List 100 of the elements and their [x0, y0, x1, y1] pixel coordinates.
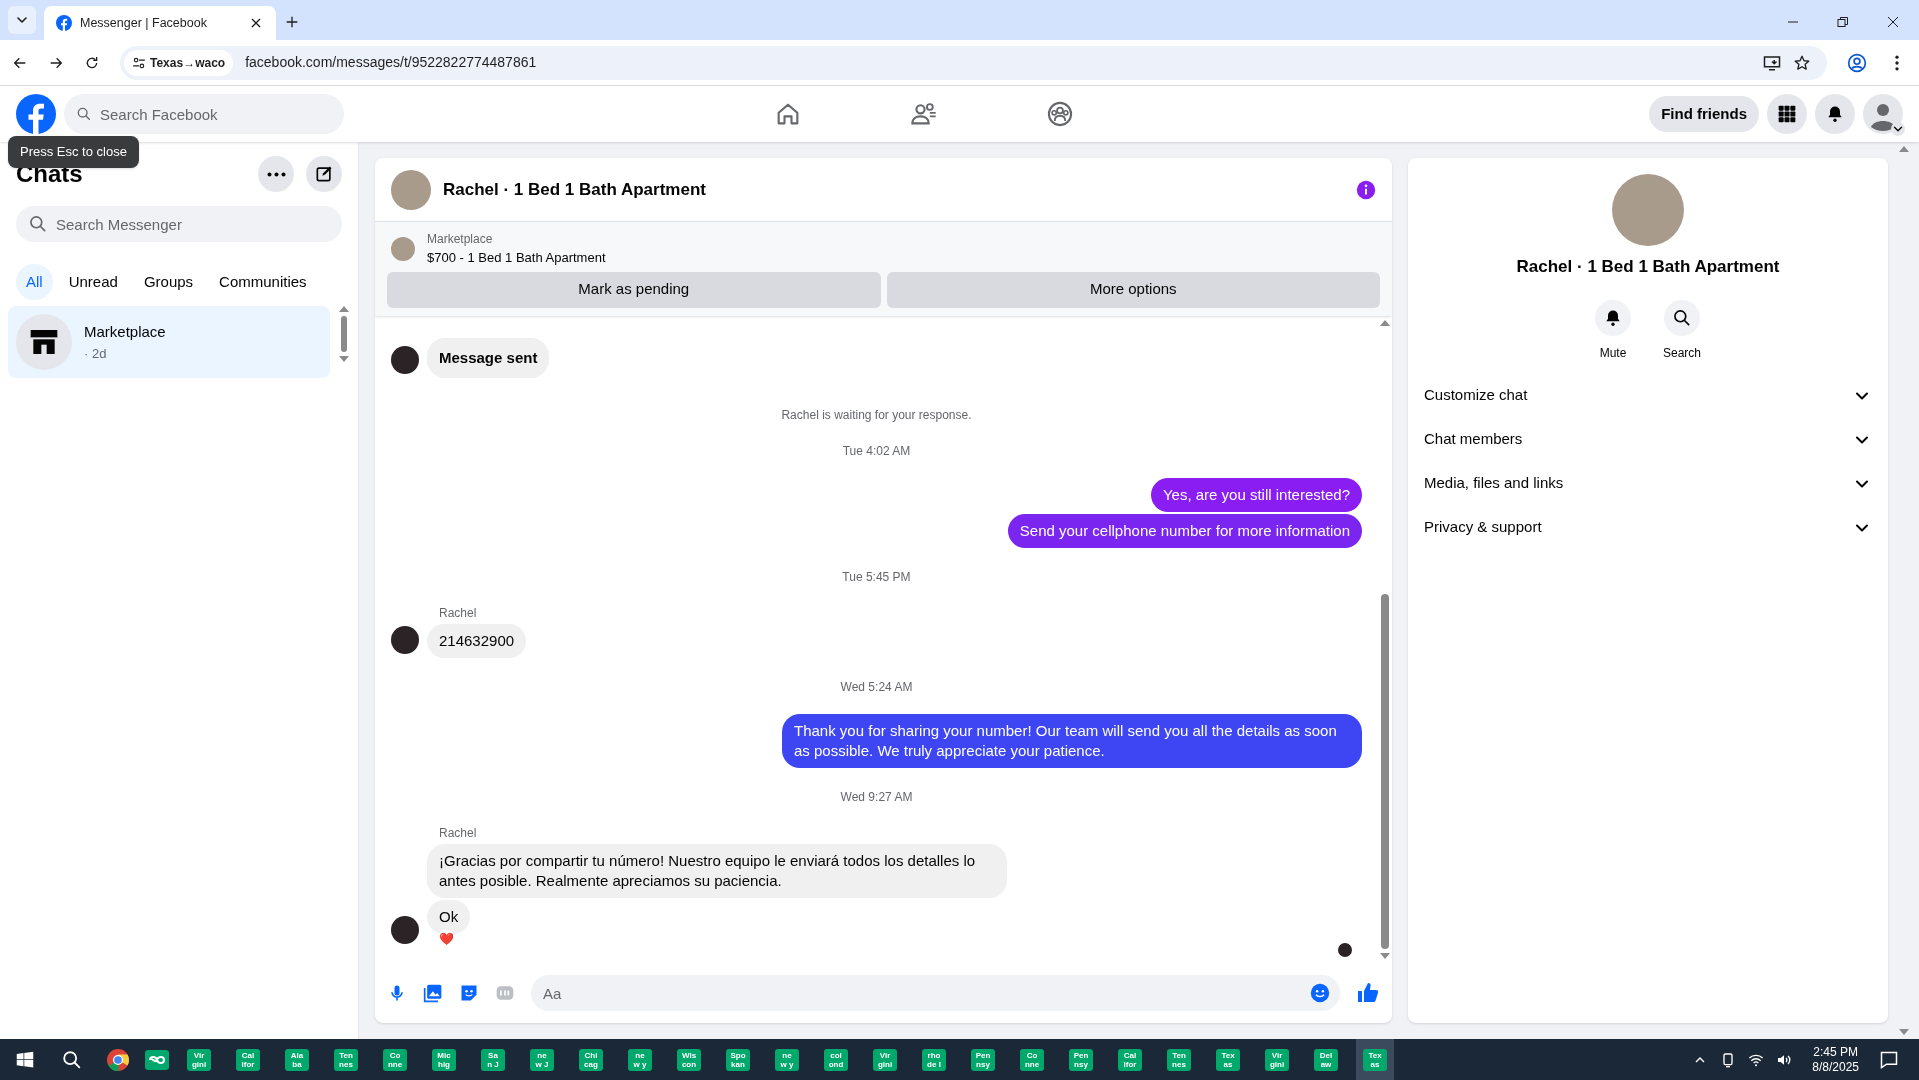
chrome-icon[interactable] — [106, 1047, 130, 1072]
taskbar-app[interactable]: ne w y — [621, 1039, 659, 1080]
tab-title: Messenger | Facebook — [80, 14, 208, 32]
app-icon: Sa n J — [481, 1048, 505, 1071]
scrollbar-thumb[interactable] — [1381, 594, 1389, 949]
taskbar-app[interactable]: Tex as — [1356, 1039, 1394, 1080]
filter-tab[interactable]: All — [16, 264, 53, 300]
taskbar-app[interactable]: Vir gini — [180, 1039, 218, 1080]
taskbar-app[interactable]: Del aw — [1307, 1039, 1345, 1080]
infinity-app-icon[interactable] — [145, 1047, 169, 1072]
details-section[interactable]: Chat members — [1424, 417, 1872, 462]
listing-action-button[interactable]: More options — [886, 271, 1380, 308]
details-section[interactable]: Privacy & support — [1424, 505, 1872, 550]
notification-icon[interactable] — [1879, 1049, 1899, 1070]
filter-tab[interactable]: Unread — [58, 264, 128, 300]
windows-logo-icon[interactable] — [16, 1050, 34, 1069]
grid-menu-icon — [1777, 104, 1797, 124]
chat-name: Marketplace — [84, 322, 166, 342]
taskbar-app[interactable]: ne w J — [523, 1039, 561, 1080]
emoji-icon[interactable] — [1310, 983, 1330, 1003]
app-icon: Tex as — [1216, 1048, 1240, 1071]
taskbar-app[interactable]: Ten nes — [327, 1039, 365, 1080]
taskbar-app[interactable]: Wis con — [670, 1039, 708, 1080]
taskbar-app[interactable]: Spo kan — [719, 1039, 757, 1080]
scroll-up-icon — [1898, 146, 1909, 152]
new-tab-icon[interactable] — [284, 14, 300, 30]
app-icon: Ten nes — [1167, 1048, 1191, 1071]
sticker-icon[interactable] — [459, 983, 479, 1003]
scroll-down-icon — [339, 356, 349, 362]
search-icon — [1672, 307, 1692, 328]
app-icon: Chi cag — [579, 1048, 603, 1071]
taskbar-app[interactable]: Sa n J — [474, 1039, 512, 1080]
info-icon[interactable] — [1356, 179, 1376, 200]
facebook-logo-icon[interactable] — [16, 94, 56, 134]
facebook-logo-icon — [56, 15, 72, 31]
taskbar-app[interactable]: Ten nes — [1160, 1039, 1198, 1080]
taskbar-app[interactable]: Pen nsy — [1062, 1039, 1100, 1080]
url-text: facebook.com/messages/t/9522822774487861 — [245, 53, 538, 72]
new-message-button[interactable] — [306, 156, 342, 192]
sender-name: Rachel — [439, 824, 478, 842]
taskbar-app[interactable]: rho de I — [915, 1039, 953, 1080]
message-input[interactable]: Aa — [531, 975, 1340, 1011]
image-icon[interactable] — [423, 983, 443, 1003]
message-timestamp: Tue 5:45 PM — [841, 568, 912, 586]
account-avatar-icon[interactable] — [1863, 94, 1903, 134]
scroll-up-icon — [339, 306, 349, 312]
close-icon[interactable] — [1887, 16, 1899, 28]
chat-title: Rachel · 1 Bed 1 Bath Apartment — [443, 178, 706, 201]
filter-tab[interactable]: Communities — [209, 264, 317, 300]
taskbar-app[interactable]: ne w y — [768, 1039, 806, 1080]
restore-icon[interactable] — [1837, 16, 1849, 28]
taskbar-app[interactable]: Mic hig — [425, 1039, 463, 1080]
system-message: Rachel is waiting for your response. — [780, 406, 973, 424]
tooltip: Press Esc to close — [8, 136, 139, 168]
incoming-message: 214632900 — [427, 623, 527, 658]
details-section[interactable]: Media, files and links — [1424, 461, 1872, 506]
listing-action-button[interactable]: Mark as pending — [387, 271, 881, 308]
taskbar-app[interactable]: Cal ifor — [1111, 1039, 1149, 1080]
taskbar-app[interactable]: col ond — [817, 1039, 855, 1080]
find-friends-button[interactable]: Find friends — [1649, 96, 1759, 132]
star-icon[interactable] — [1793, 53, 1811, 72]
search-field[interactable]: Search Facebook — [64, 94, 344, 134]
taskbar-app[interactable]: Pen nsy — [964, 1039, 1002, 1080]
clock[interactable]: 2:45 PM 8/8/2025 — [1812, 1044, 1859, 1075]
reload-icon[interactable] — [84, 54, 100, 71]
scroll-down-icon — [1380, 953, 1390, 959]
profile-icon[interactable] — [1847, 52, 1867, 73]
browser-tab[interactable]: Messenger | Facebook — [44, 6, 276, 40]
groups-icon — [1046, 100, 1074, 128]
message-timestamp: Wed 9:27 AM — [839, 788, 914, 806]
search-field[interactable]: Search Messenger — [16, 206, 342, 242]
tab-list-icon[interactable] — [8, 6, 36, 34]
taskbar-app[interactable]: Vir gini — [1258, 1039, 1296, 1080]
scrollbar-thumb[interactable] — [341, 316, 347, 352]
chat-list-item[interactable]: Marketplace · 2d — [8, 306, 330, 378]
thumbs-up-icon[interactable] — [1356, 981, 1380, 1005]
taskbar-app[interactable]: Cal ifor — [229, 1039, 267, 1080]
message-timestamp: Wed 5:24 AM — [839, 678, 914, 696]
taskbar-app[interactable]: Tex as — [1209, 1039, 1247, 1080]
app-icon: Vir gini — [873, 1048, 897, 1071]
details-section[interactable]: Customize chat — [1424, 373, 1872, 418]
menu-button[interactable] — [1767, 94, 1807, 134]
install-icon[interactable] — [1763, 53, 1781, 72]
more-button[interactable] — [258, 156, 294, 192]
taskbar-app[interactable]: Co nne — [376, 1039, 414, 1080]
taskbar-app[interactable]: Vir gini — [866, 1039, 904, 1080]
taskbar-app[interactable]: Ala ba — [278, 1039, 316, 1080]
app-icon: Wis con — [677, 1048, 701, 1071]
site-info-chip[interactable]: Texas→waco — [124, 49, 234, 76]
incoming-message: Message sent — [427, 337, 550, 378]
outgoing-message: Send your cellphone number for more information — [1007, 513, 1362, 548]
taskbar-app[interactable]: Chi cag — [572, 1039, 610, 1080]
notifications-button[interactable] — [1815, 94, 1855, 134]
scroll-up-icon — [1380, 319, 1390, 326]
app-icon: Ala ba — [285, 1048, 309, 1071]
search-icon[interactable] — [61, 1048, 83, 1071]
address-bar[interactable]: Texas→waco facebook.com/messages/t/9522822774487861 — [120, 45, 1827, 80]
filter-tab[interactable]: Groups — [133, 264, 204, 300]
incoming-message: ¡Gracias por compartir tu número! Nuestro equipo le enviará todos los detalles lo antes posible. Realmente apreciamos su paciencia. — [427, 843, 1007, 898]
taskbar-app[interactable]: Co nne — [1013, 1039, 1051, 1080]
